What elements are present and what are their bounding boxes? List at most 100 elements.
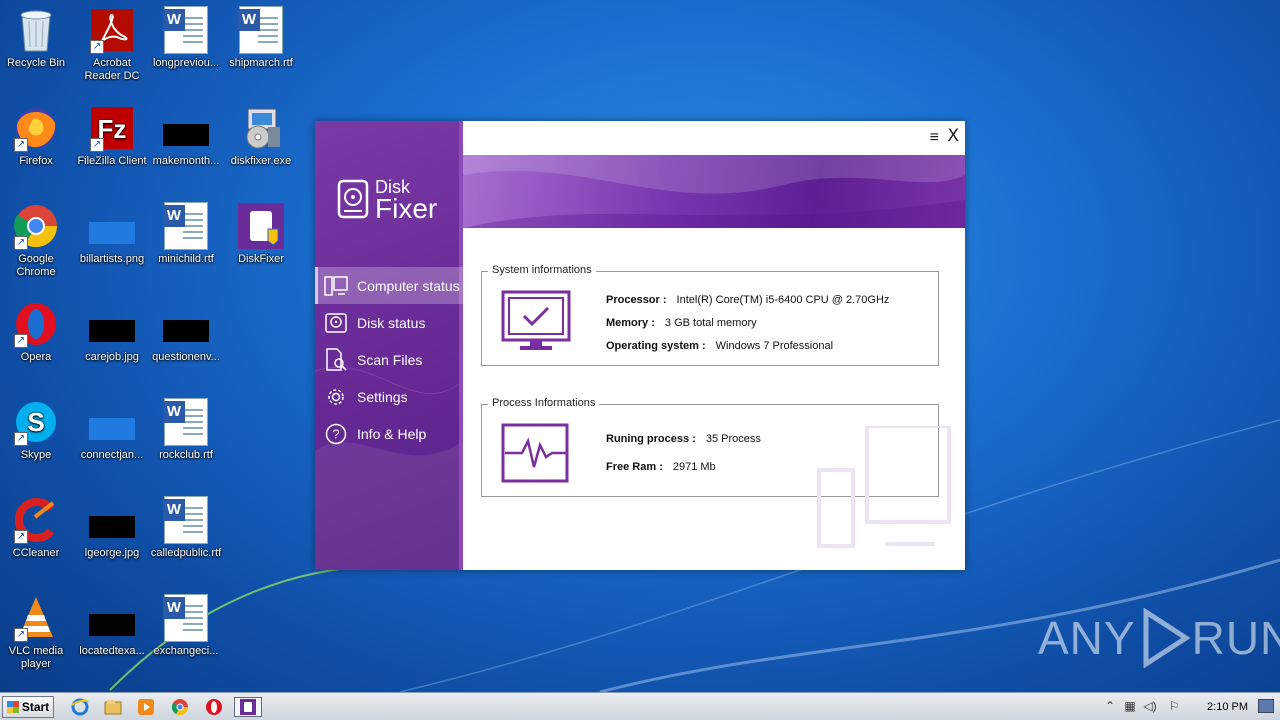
opera-icon[interactable] [204,697,224,717]
close-button[interactable]: X [947,126,959,146]
action-center-flag-icon[interactable]: ⚐ [1166,699,1182,715]
nav-disk-status[interactable]: Disk status [315,304,463,341]
acrobat-icon: ↗ [88,6,136,54]
word-doc-icon: W [162,594,210,642]
nav-label: Scan Files [357,351,423,368]
app-topbar: ≡ X [463,121,965,155]
hamburger-menu-icon[interactable]: ≡ [930,129,939,147]
desktop-icon-label: calledpublic.rtf [150,547,222,559]
monitor-check-icon [501,290,571,350]
desktop-icon-firefox[interactable]: ↗ Firefox [0,104,74,168]
banner-wave-decoration [463,155,965,228]
chrome-icon[interactable] [170,697,190,717]
scan-files-icon [323,347,349,372]
desktop-icon-vlc[interactable]: ↗ VLC media player [0,594,74,671]
nav-label: Settings [357,388,408,405]
start-button[interactable]: Start [2,696,54,718]
taskbar: Start ⌃ ▦ ◁) ⚐ 2:10 PM [0,692,1280,720]
desktop-icon-rockclub[interactable]: W rockclub.rtf [148,398,224,462]
desktop-icon-label: connectjan... [80,449,144,461]
desktop-icon-shipmarch[interactable]: W shipmarch.rtf [223,6,299,70]
explorer-icon[interactable] [103,697,123,717]
desktop-icon-label: DiskFixer [238,253,284,265]
watermark-text-right: RUN [1191,612,1280,664]
ie-icon[interactable] [70,697,90,717]
start-label: Start [21,700,50,714]
app-content: System informations Processor : Intel(R) … [463,228,965,570]
desktop-icon-acrobat[interactable]: ↗ Acrobat Reader DC [74,6,150,83]
heartbeat-icon [501,423,569,483]
desktop-icon-minichild[interactable]: W minichild.rtf [148,202,224,266]
shortcut-arrow-icon: ↗ [14,236,28,250]
os-label: Operating system : [606,340,706,352]
desktop-icon-label: Recycle Bin [6,57,66,69]
desktop-icon-lgeorge[interactable]: lgeorge.jpg [74,496,150,560]
desktop-icon-longpreviou[interactable]: W longpreviou... [148,6,224,70]
desktop-icon-diskfixer-exe[interactable]: diskfixer.exe [223,104,299,168]
system-tray: ⌃ ▦ ◁) ⚐ 2:10 PM [1100,693,1280,720]
desktop-icon-skype[interactable]: S ↗ Skype [0,398,74,462]
nav-settings[interactable]: Settings [315,378,463,415]
processor-value: Intel(R) Core(TM) i5-6400 CPU @ 2.70GHz [676,294,890,306]
word-doc-icon: W [162,202,210,250]
nav-scan-files[interactable]: Scan Files [315,341,463,378]
nav-info-help[interactable]: ? Info & Help [315,415,463,452]
desktop-icon-carejob[interactable]: carejob.jpg [74,300,150,364]
memory-label: Memory : [606,317,655,329]
desktop-icon-connectjan[interactable]: connectjan... [74,398,150,462]
desktop-icon-calledpublic[interactable]: W calledpublic.rtf [148,496,224,560]
redacted-thumbnail-icon [88,300,136,348]
free-ram-value: 2971 Mb [672,461,716,473]
nav-computer-status[interactable]: Computer status [315,267,463,304]
chrome-icon: ↗ [12,202,60,250]
diskfixer-icon [237,202,285,250]
desktop-icon-opera[interactable]: ↗ Opera [0,300,74,364]
windows-flag-icon [6,701,19,713]
desktop-icon-label: Acrobat Reader DC [84,57,140,82]
network-icon[interactable]: ▦ [1122,699,1138,715]
desktop-icon-google-chrome[interactable]: ↗ Google Chrome [0,202,74,279]
computer-watermark-icon [817,426,951,548]
free-ram-label: Free Ram : [606,461,663,473]
disk-icon [323,311,349,335]
desktop-icon-label: Firefox [19,155,53,167]
play-icon [1143,608,1191,668]
memory-row: Memory : 3 GB total memory [606,317,889,340]
processor-row: Processor : Intel(R) Core(TM) i5-6400 CPU… [606,294,889,317]
os-value: Windows 7 Professional [715,340,834,352]
clock[interactable]: 2:10 PM [1207,701,1248,713]
redacted-thumbnail-icon [162,104,210,152]
desktop-icon-questionenv[interactable]: questionenv... [148,300,224,364]
opera-icon: ↗ [12,300,60,348]
desktop-icon-billartists[interactable]: billartists.png [74,202,150,266]
desktop-icon-label: CCleaner [12,547,60,559]
desktop-icon-label: makemonth... [152,155,220,167]
desktop-icon-label: questionenv... [152,351,220,363]
word-doc-icon: W [162,6,210,54]
desktop-icon-ccleaner[interactable]: ↗ CCleaner [0,496,74,560]
word-doc-icon: W [237,6,285,54]
diskfixer-icon[interactable] [234,697,262,717]
media-player-icon[interactable] [136,697,156,717]
help-icon: ? [323,422,349,446]
desktop-icon-diskfixer[interactable]: DiskFixer [223,202,299,266]
volume-icon[interactable]: ◁) [1142,699,1158,715]
skype-icon: S ↗ [12,398,60,446]
desktop-icon-filezilla[interactable]: Fz ↗ FileZilla Client [74,104,150,168]
nav-label: Disk status [357,314,426,331]
show-desktop-button[interactable] [1258,699,1274,713]
desktop-icon-exchangeci[interactable]: W exchangeci... [148,594,224,658]
shortcut-arrow-icon: ↗ [90,40,104,54]
desktop-icon-recycle-bin[interactable]: Recycle Bin [0,6,74,70]
desktop-icon-locatedtexa[interactable]: locatedtexa... [74,594,150,658]
vlc-icon: ↗ [12,594,60,642]
desktop-icon-makemonth[interactable]: makemonth... [148,104,224,168]
svg-text:?: ? [332,426,339,441]
tray-expand-icon[interactable]: ⌃ [1102,699,1118,715]
word-doc-icon: W [162,496,210,544]
desktop-icon-label: Skype [20,449,52,461]
nav-label: Computer status [357,277,460,294]
running-process-label: Runing process : [606,433,696,445]
shortcut-arrow-icon: ↗ [14,530,28,544]
installer-icon [237,104,285,152]
